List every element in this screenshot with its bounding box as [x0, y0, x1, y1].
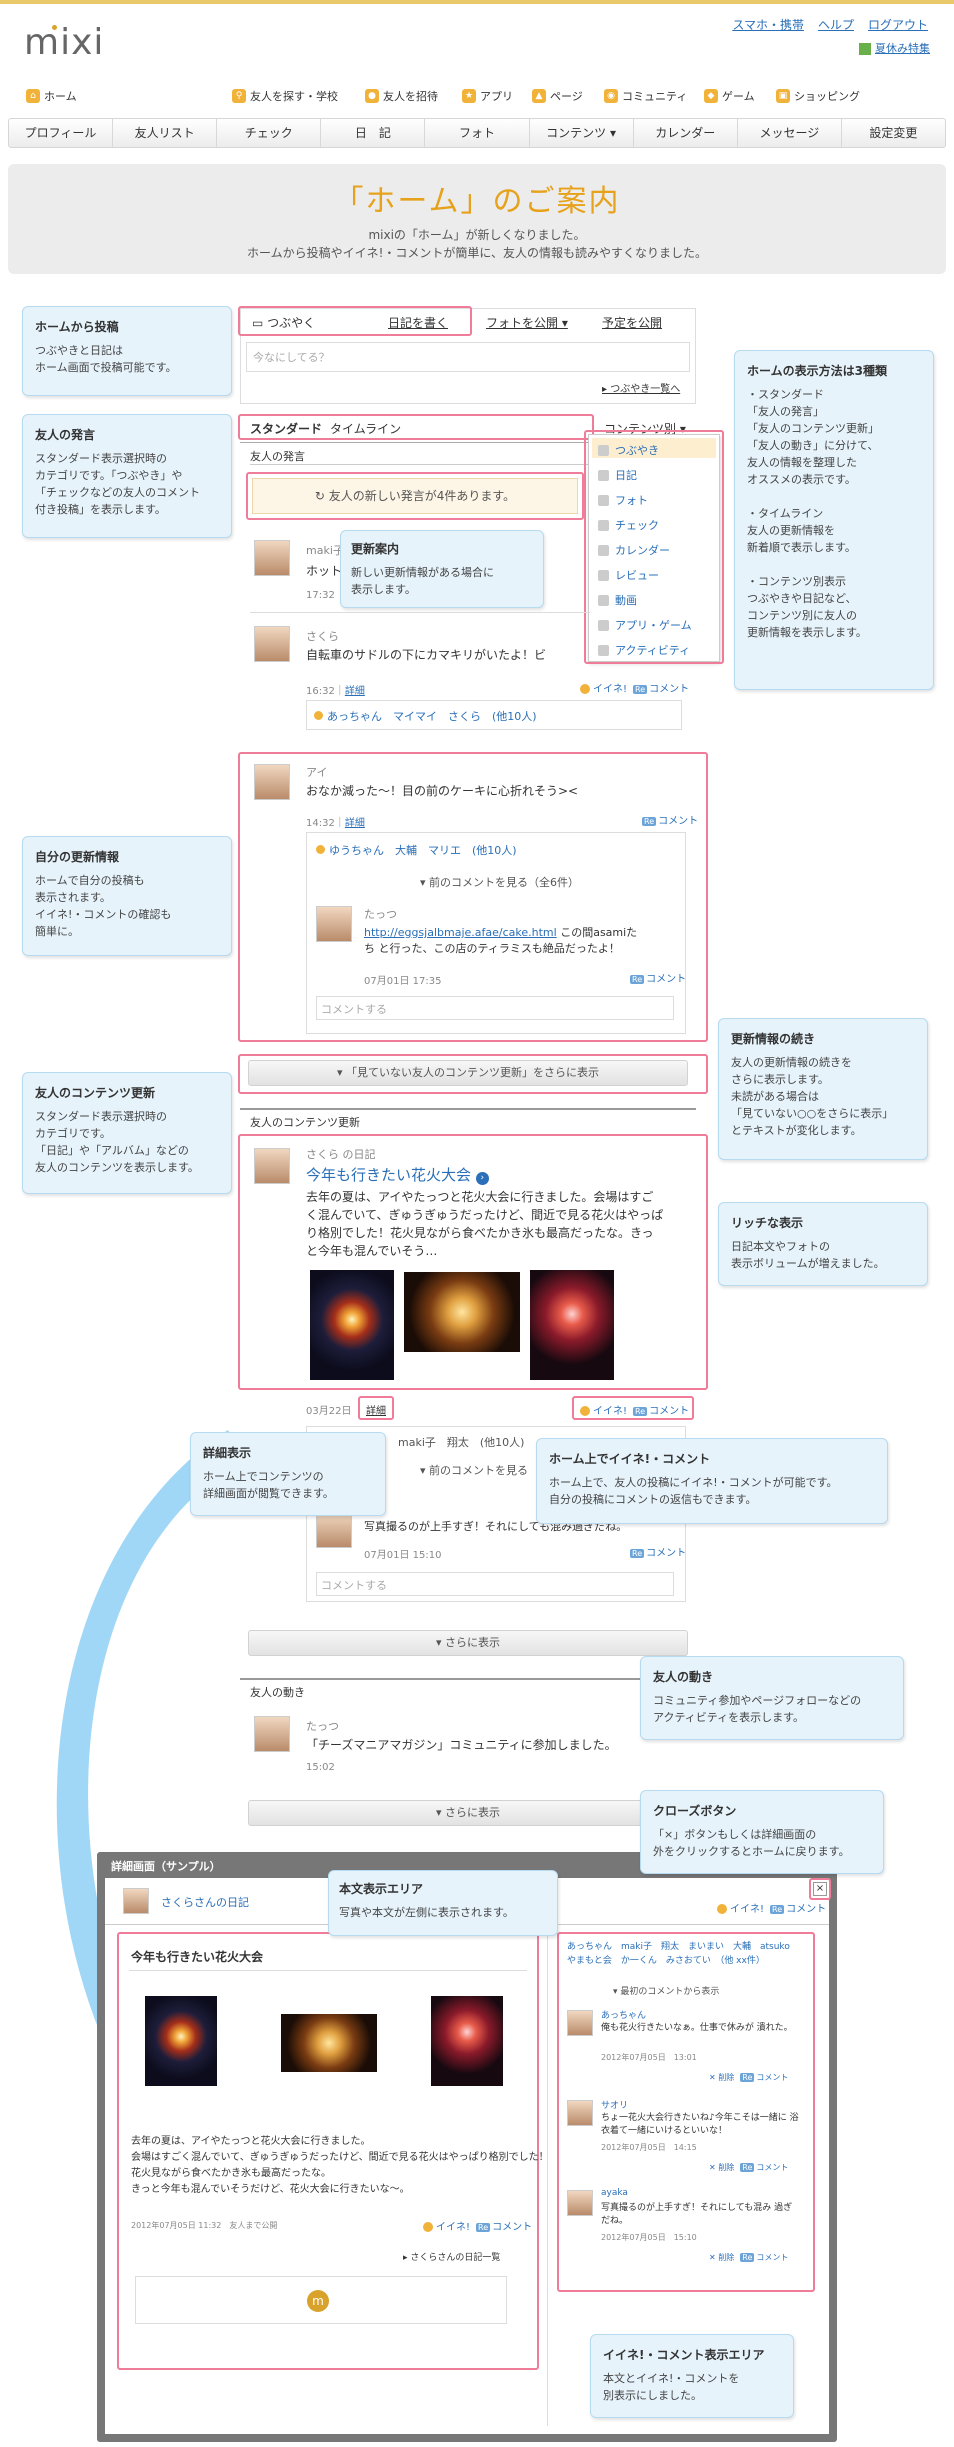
- note-title: 詳細表示: [203, 1446, 252, 1460]
- like-button[interactable]: イイネ!: [436, 2222, 470, 2233]
- like-button[interactable]: イイネ!: [730, 1904, 764, 1915]
- modal-owner[interactable]: さくらさんの日記: [161, 1894, 249, 1910]
- comment-author[interactable]: サオリ: [601, 2098, 628, 2111]
- note-body: 新しい更新情報がある場合に 表示します。: [351, 566, 494, 596]
- note-body: つぶやきと日記は ホーム画面で投稿可能です。: [35, 344, 177, 374]
- like-comment-actions[interactable]: イイネ! Re コメント: [423, 2218, 532, 2233]
- note-title: ホーム上でイイネ!・コメント: [549, 1452, 711, 1466]
- note-more-updates: 更新情報の続き友人の更新情報の続きを さらに表示します。 未読がある場合は 「見…: [718, 1018, 928, 1160]
- delete-button[interactable]: ✕ 削除: [709, 2073, 734, 2082]
- comment-text: ちょ一花火大会行きたいね♪今年こそは一緒に 浴衣着て一緒にいけるといいな！: [601, 2113, 799, 2136]
- note-title: 本文表示エリア: [339, 1882, 424, 1896]
- comment-text: 俺も花火行きたいなぁ。仕事で休みが 潰れた。: [601, 2023, 793, 2033]
- comment-button[interactable]: コメント: [786, 1904, 826, 1915]
- modal-title: 今年も行きたい花火大会: [131, 1950, 264, 1964]
- note-post: ホームから投稿つぶやきと日記は ホーム画面で投稿可能です。: [22, 306, 232, 396]
- modal-likes-names[interactable]: あっちゃん maki子 翔太 まいまい 大輔 atsuko やまもと会 か一くん…: [567, 1940, 807, 1968]
- note-body: 写真や本文が左側に表示されます。: [339, 1906, 514, 1919]
- note-body: 友人の更新情報の続きを さらに表示します。 未読がある場合は 「見ていない○○を…: [731, 1056, 894, 1137]
- note-update-notice: 更新案内新しい更新情報がある場合に 表示します。: [340, 530, 544, 608]
- comment-author[interactable]: あっちゃん: [601, 2008, 646, 2021]
- note-view-modes: ホームの表示方法は3種類・スタンダード 「友人の発言」 「友人のコンテンツ更新」…: [734, 350, 934, 690]
- note-rich-display: リッチな表示日記本文やフォトの 表示ボリュームが増えました。: [718, 1202, 928, 1286]
- title-divider: [129, 1970, 527, 1971]
- comment-actions[interactable]: ✕ 削除 Re コメント: [709, 2162, 788, 2173]
- note-like-comment: ホーム上でイイネ!・コメントホーム上で、友人の投稿にイイネ!・コメントが可能です…: [536, 1438, 888, 1524]
- comment-text: 写真撮るのが上手すぎ！それにしても混み 過ぎだね。: [601, 2203, 793, 2226]
- comment-icon: Re: [740, 2253, 755, 2262]
- note-title: 友人の発言: [35, 428, 96, 442]
- note-title: 友人の動き: [653, 1670, 714, 1684]
- modal-body-3: 花火見ながら食べたかき氷も最高だったな。: [131, 2168, 331, 2179]
- note-title: 更新情報の続き: [731, 1032, 816, 1046]
- comment-button[interactable]: コメント: [756, 2253, 788, 2262]
- avatar[interactable]: [567, 2010, 593, 2036]
- comment-button[interactable]: コメント: [492, 2222, 532, 2233]
- note-title: ホームから投稿: [35, 320, 119, 334]
- comment-actions[interactable]: ✕ 削除 Re コメント: [709, 2072, 788, 2083]
- diary-list-link[interactable]: ▸ さくらさんの日記一覧: [403, 2250, 500, 2263]
- fireworks-photo-1[interactable]: [145, 1996, 217, 2086]
- note-my-updates: 自分の更新情報ホームで自分の投稿も 表示されます。 イイネ!・コメントの確認も …: [22, 836, 232, 956]
- modal-body-4: きっと今年も混んでいそうだけど、花火大会に行きたいな〜。: [131, 2184, 410, 2195]
- comment-time: 2012年07月05日 13:01: [601, 2053, 697, 2062]
- comment-icon: Re: [770, 1905, 785, 1914]
- note-body: スタンダード表示選択時の カテゴリです。「つぶやき」や 「チェックなどの友人のコ…: [35, 452, 200, 516]
- show-first-comments[interactable]: ▾ 最初のコメントから表示: [613, 1984, 719, 1997]
- note-body: コミュニティ参加やページフォローなどの アクティビティを表示します。: [653, 1694, 862, 1724]
- note-title: イイネ!・コメント表示エリア: [603, 2348, 765, 2362]
- modal-body-2: 会場はすごく混んでいて、ぎゅうぎゅうだったけど、間近で見る花火はやっぱり格別でし…: [131, 2152, 549, 2163]
- carousel-photo[interactable]: [281, 2014, 377, 2072]
- comment-icon: Re: [476, 2223, 491, 2232]
- comment-icon: Re: [740, 2073, 755, 2082]
- comment-time: 2012年07月05日 15:10: [601, 2233, 697, 2242]
- avatar[interactable]: [567, 2100, 593, 2126]
- note-title: クローズボタン: [653, 1804, 737, 1818]
- comment-actions[interactable]: ✕ 削除 Re コメント: [709, 2252, 788, 2263]
- delete-button[interactable]: ✕ 削除: [709, 2253, 734, 2262]
- note-title: ホームの表示方法は3種類: [747, 364, 887, 378]
- avatar[interactable]: [567, 2190, 593, 2216]
- note-friend-posts: 友人の発言スタンダード表示選択時の カテゴリです。「つぶやき」や 「チェックなど…: [22, 414, 232, 538]
- close-highlight: [809, 1878, 831, 1900]
- note-body: 「×」ボタンもしくは詳細画面の 外をクリックするとホームに戻ります。: [653, 1828, 850, 1858]
- like-comment-actions[interactable]: イイネ! Re コメント: [717, 1900, 826, 1915]
- note-body: ・スタンダード 「友人の発言」 「友人のコンテンツ更新」 「友人の動き」に分けて…: [747, 388, 879, 639]
- note-body-area: 本文表示エリア写真や本文が左側に表示されます。: [328, 1870, 558, 1936]
- mixi-stamp-icon[interactable]: m: [307, 2290, 329, 2312]
- note-title: 更新案内: [351, 542, 400, 556]
- note-body: スタンダード表示選択時の カテゴリです。 「日記」や「アルバム」などの 友人のコ…: [35, 1110, 199, 1174]
- comment-author[interactable]: ayaka: [601, 2188, 628, 2198]
- avatar[interactable]: [123, 1888, 149, 1914]
- delete-button[interactable]: ✕ 削除: [709, 2163, 734, 2172]
- note-comment-area: イイネ!・コメント表示エリア本文とイイネ!・コメントを 別表示にしました。: [590, 2334, 794, 2418]
- page: mixi スマホ・携帯 ヘルプ ログアウト 夏休み特集 ⌂ ホーム ⚲ 友人を探す・…: [0, 0, 954, 2447]
- note-content-updates: 友人のコンテンツ更新スタンダード表示選択時の カテゴリです。 「日記」や「アルバ…: [22, 1072, 232, 1194]
- note-body: 日記本文やフォトの 表示ボリュームが増えました。: [731, 1240, 885, 1270]
- comment-button[interactable]: コメント: [756, 2073, 788, 2082]
- modal-label: 詳細画面（サンプル）: [111, 1860, 221, 1873]
- note-activity: 友人の動きコミュニティ参加やページフォローなどの アクティビティを表示します。: [640, 1656, 904, 1740]
- comment-icon: Re: [740, 2163, 755, 2172]
- note-body: ホーム上で、友人の投稿にイイネ!・コメントが可能です。 自分の投稿にコメントの返…: [549, 1476, 838, 1506]
- like-icon: [423, 2222, 433, 2232]
- modal-body-1: 去年の夏は、アイやたっつと花火大会に行きました。: [131, 2136, 371, 2147]
- note-close-button: クローズボタン「×」ボタンもしくは詳細画面の 外をクリックするとホームに戻ります…: [640, 1790, 884, 1874]
- note-title: 友人のコンテンツ更新: [35, 1086, 156, 1100]
- note-title: 自分の更新情報: [35, 850, 120, 864]
- note-body: 本文とイイネ!・コメントを 別表示にしました。: [603, 2372, 740, 2402]
- column-divider: [547, 1932, 548, 2426]
- note-body: ホームで自分の投稿も 表示されます。 イイネ!・コメントの確認も 簡単に。: [35, 874, 172, 938]
- comment-button[interactable]: コメント: [756, 2163, 788, 2172]
- fireworks-photo-2[interactable]: [431, 1996, 503, 2086]
- comment-time: 2012年07月05日 14:15: [601, 2143, 697, 2152]
- note-title: リッチな表示: [731, 1216, 804, 1230]
- like-icon: [717, 1904, 727, 1914]
- modal-meta: 2012年07月05日 11:32 友人まで公開: [131, 2221, 278, 2230]
- note-body: ホーム上でコンテンツの 詳細画面が閲覧できます。: [203, 1470, 334, 1500]
- note-detail-view: 詳細表示ホーム上でコンテンツの 詳細画面が閲覧できます。: [190, 1432, 386, 1516]
